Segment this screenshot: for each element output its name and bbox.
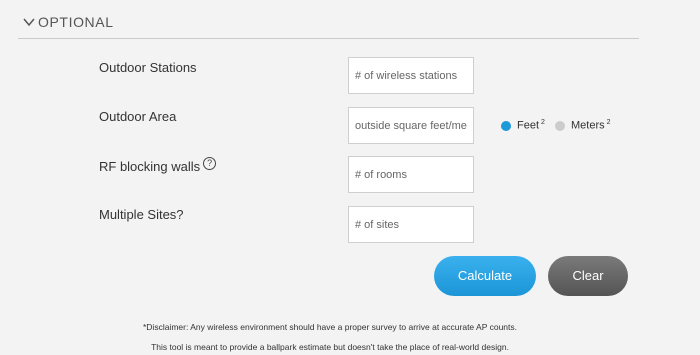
section-title: OPTIONAL [38, 14, 114, 30]
outdoor-area-label: Outdoor Area [99, 109, 177, 124]
outdoor-stations-label: Outdoor Stations [99, 60, 197, 75]
optional-section-toggle[interactable]: OPTIONAL [18, 12, 639, 39]
unit-feet-label: Feet 2 [517, 119, 545, 132]
rf-blocking-walls-input[interactable] [348, 156, 474, 193]
chevron-down-icon [23, 18, 35, 27]
multiple-sites-input[interactable] [348, 206, 474, 243]
outdoor-stations-input[interactable] [348, 57, 474, 94]
outdoor-area-input[interactable] [348, 107, 474, 144]
radio-selected-dot [501, 121, 511, 131]
clear-button[interactable]: Clear [548, 256, 628, 296]
calculate-button[interactable]: Calculate [434, 256, 536, 296]
question-circle-icon[interactable]: ? [203, 157, 217, 170]
disclaimer-line-2: This tool is meant to provide a ballpark… [151, 342, 509, 352]
unit-meters-label: Meters 2 [571, 119, 611, 132]
radio-unselected-dot [555, 121, 565, 131]
disclaimer-line-1: *Disclaimer: Any wireless environment sh… [142, 322, 518, 332]
rf-blocking-walls-label: RF blocking walls? [99, 157, 217, 174]
multiple-sites-label: Multiple Sites? [99, 207, 184, 222]
rf-blocking-walls-text: RF blocking walls [99, 159, 201, 174]
